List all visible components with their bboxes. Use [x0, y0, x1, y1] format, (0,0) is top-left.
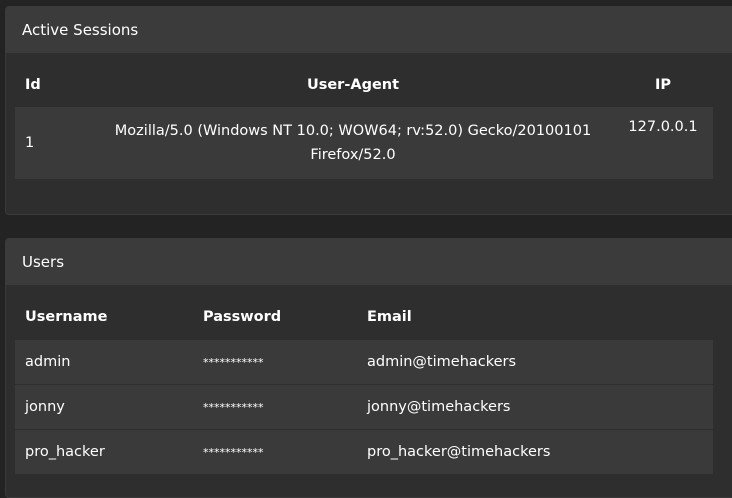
table-row: 1 Mozilla/5.0 (Windows NT 10.0; WOW64; r…	[15, 107, 713, 179]
password-cell: ***********	[203, 445, 264, 459]
column-header-id: Id	[25, 77, 41, 93]
email-cell: admin@timehackers	[367, 354, 517, 370]
username-cell: admin	[25, 354, 71, 370]
session-id: 1	[25, 135, 35, 151]
session-ip: 127.0.0.1	[628, 119, 698, 135]
user-agent-line-1: Mozilla/5.0 (Windows NT 10.0; WOW64; rv:…	[114, 123, 592, 139]
email-cell: pro_hacker@timehackers	[367, 444, 551, 460]
sessions-header-row: Id User-Agent IP	[15, 63, 713, 107]
users-header-row: Username Password Email	[15, 295, 713, 340]
table-row: jonny *********** jonny@timehackers	[15, 384, 713, 430]
column-header-user-agent: User-Agent	[306, 77, 400, 93]
username-cell: pro_hacker	[25, 444, 105, 460]
session-user-agent: Mozilla/5.0 (Windows NT 10.0; WOW64; rv:…	[86, 107, 620, 179]
email-cell: jonny@timehackers	[367, 399, 511, 415]
username-cell: jonny	[25, 399, 65, 415]
table-row: admin *********** admin@timehackers	[15, 339, 713, 385]
column-header-password: Password	[203, 309, 282, 325]
column-header-username: Username	[25, 309, 108, 325]
sessions-table: Id User-Agent IP 1 Mozilla/5.0 (Windows …	[15, 63, 713, 179]
password-cell: ***********	[203, 400, 264, 414]
users-heading: Users	[6, 239, 732, 285]
user-agent-line-2: Firefox/52.0	[310, 147, 396, 163]
column-header-email: Email	[367, 309, 412, 325]
column-header-ip: IP	[654, 77, 672, 93]
password-cell: ***********	[203, 355, 264, 369]
table-row: pro_hacker *********** pro_hacker@timeha…	[15, 429, 713, 474]
active-sessions-heading: Active Sessions	[6, 7, 732, 53]
users-table: Username Password Email admin **********…	[15, 295, 713, 474]
